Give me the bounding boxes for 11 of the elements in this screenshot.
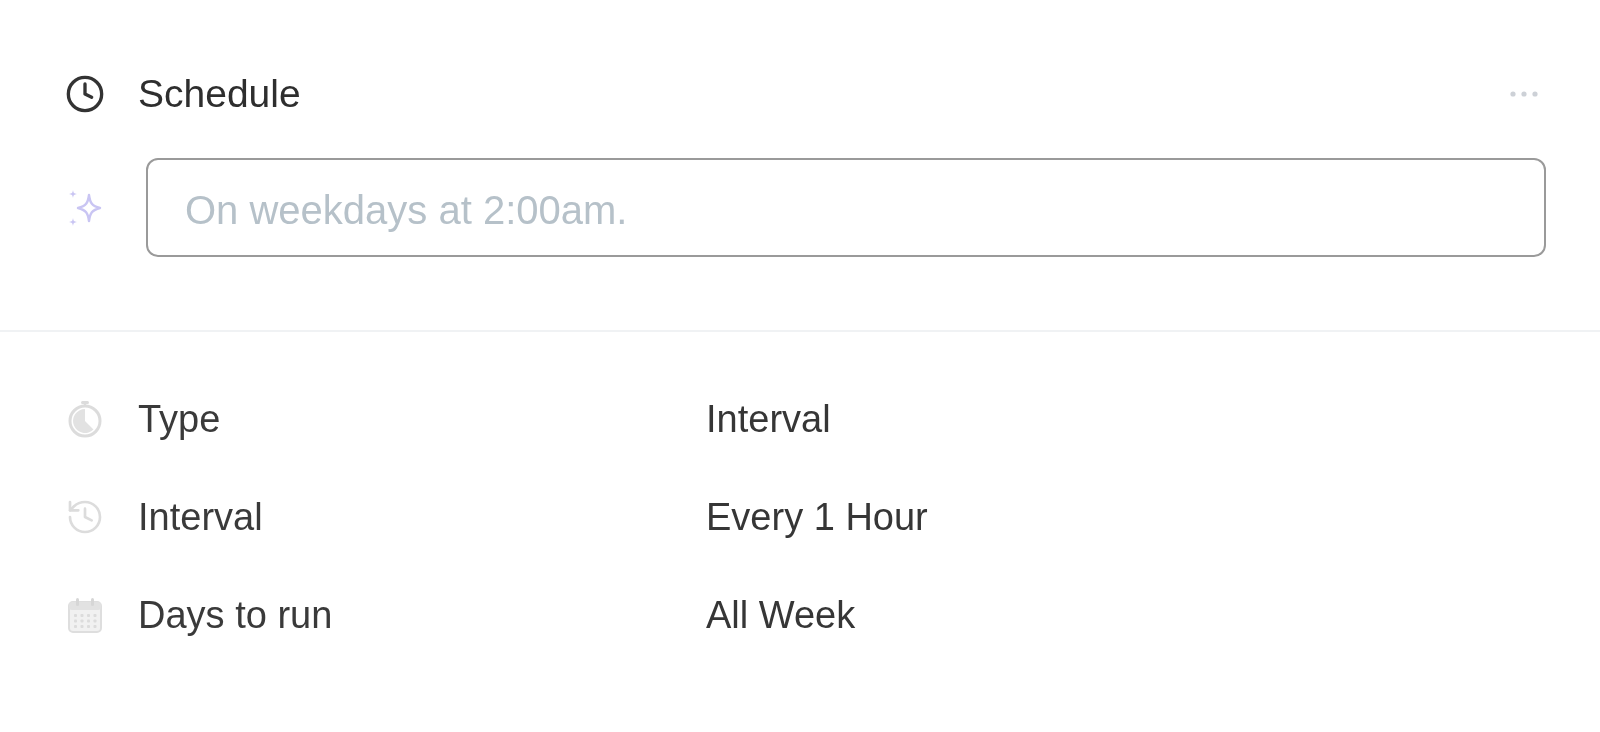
section-title: Schedule [138, 72, 301, 116]
field-label: Days to run [138, 593, 333, 637]
field-value: Every 1 Hour [706, 495, 928, 539]
field-value: All Week [706, 593, 856, 637]
field-label: Type [138, 397, 221, 441]
calendar-icon [65, 595, 105, 635]
more-icon[interactable] [1510, 91, 1538, 97]
schedule-input[interactable]: On weekdays at 2:00am. [146, 158, 1546, 257]
clock-icon [65, 74, 105, 114]
field-value: Interval [706, 397, 831, 441]
field-label: Interval [138, 495, 263, 539]
